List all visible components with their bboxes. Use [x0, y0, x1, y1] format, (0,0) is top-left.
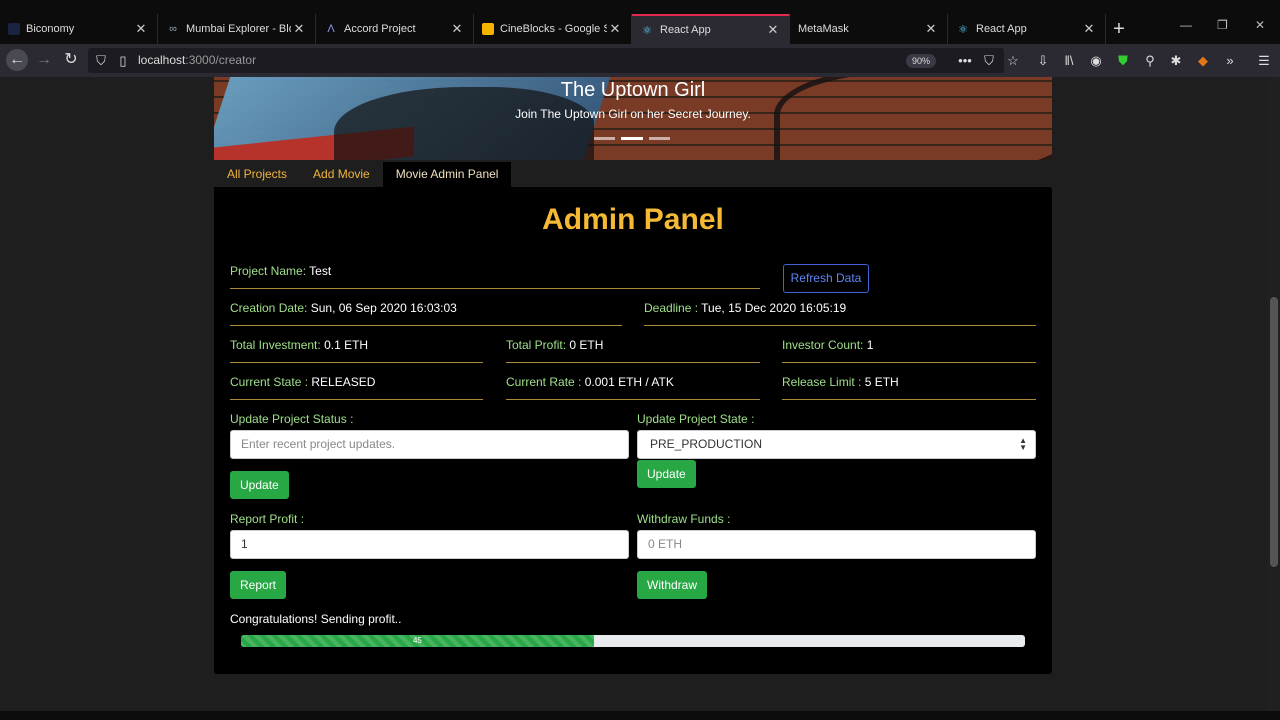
close-icon[interactable]: ✕: [291, 21, 307, 37]
close-icon[interactable]: ✕: [607, 21, 623, 37]
tab-title: Accord Project: [344, 23, 416, 35]
accord-icon: Λ: [327, 23, 335, 35]
restore-icon[interactable]: ❐: [1217, 18, 1228, 32]
menu-icon[interactable]: ☰: [1255, 53, 1273, 69]
tab-cineblocks[interactable]: CineBlocks - Google Slid ✕: [474, 14, 632, 44]
scrollbar-thumb[interactable]: [1270, 297, 1278, 567]
deadline-field: Deadline : Tue, 15 Dec 2020 16:05:19: [644, 301, 1036, 326]
bookmark-star-icon[interactable]: ☆: [1004, 53, 1022, 69]
polygon-icon: ∞: [169, 23, 177, 35]
admin-panel: Admin Panel Project Name: Test Refresh D…: [214, 187, 1052, 674]
status-message: Congratulations! Sending profit..: [230, 612, 402, 626]
withdraw-funds-input[interactable]: 0 ETH: [637, 530, 1036, 559]
chevron-updown-icon: ▲ ▼: [1019, 436, 1027, 452]
close-icon[interactable]: ✕: [923, 21, 939, 37]
window-close-icon[interactable]: ✕: [1255, 18, 1265, 32]
refresh-data-button[interactable]: Refresh Data: [783, 264, 869, 293]
banner-title: The Uptown Girl: [560, 79, 706, 101]
page-icon: ▯: [119, 53, 127, 68]
download-icon[interactable]: ⇩: [1034, 53, 1052, 69]
tab-title: Biconomy: [26, 23, 75, 35]
tab-title: React App: [976, 23, 1027, 35]
search-icon[interactable]: ⚲: [1141, 53, 1159, 69]
update-status-label: Update Project Status :: [230, 412, 354, 426]
report-profit-label: Report Profit :: [230, 512, 305, 526]
nav-add-movie[interactable]: Add Movie: [300, 162, 383, 187]
tab-react-app-active[interactable]: ⚛ React App ✕: [632, 14, 790, 44]
creation-date-field: Creation Date: Sun, 06 Sep 2020 16:03:03: [230, 301, 622, 326]
nav-all-projects[interactable]: All Projects: [214, 162, 300, 187]
library-icon[interactable]: ‖\: [1060, 53, 1078, 68]
url-bar[interactable]: ⛉ ▯ localhost:3000/creator 90% ••• ⛉ ☆: [88, 48, 1019, 73]
carousel-indicators[interactable]: [594, 137, 670, 140]
adblock-icon[interactable]: ⛊: [1114, 53, 1132, 69]
tab-metamask[interactable]: MetaMask ✕: [790, 14, 948, 44]
back-icon[interactable]: ←: [6, 49, 28, 71]
update-status-button[interactable]: Update: [230, 471, 289, 499]
pocket-icon[interactable]: ⛉: [980, 53, 998, 69]
tab-title: Mumbai Explorer - Bloc: [186, 23, 291, 35]
project-nav: All Projects Add Movie Movie Admin Panel: [214, 162, 512, 187]
total-profit-field: Total Profit: 0 ETH: [506, 338, 760, 363]
metamask-icon[interactable]: ◆: [1194, 53, 1212, 69]
more-icon[interactable]: •••: [956, 53, 974, 68]
movie-banner: The Uptown Girl Join The Uptown Girl on …: [214, 77, 1052, 160]
banner-subtitle: Join The Uptown Girl on her Secret Journ…: [515, 107, 751, 121]
current-rate-field: Current Rate : 0.001 ETH / ATK: [506, 375, 760, 400]
browser-tab-strip: Biconomy ✕ ∞ Mumbai Explorer - Bloc ✕ Λ …: [0, 0, 1280, 44]
nav-movie-admin-panel[interactable]: Movie Admin Panel: [382, 162, 512, 187]
progress-fill: 45: [241, 635, 594, 647]
current-state-field: Current State : RELEASED: [230, 375, 483, 400]
new-tab-button[interactable]: +: [1108, 18, 1130, 40]
url-text: localhost:3000/creator: [138, 53, 257, 67]
investor-count-field: Investor Count: 1: [782, 338, 1036, 363]
tab-title: MetaMask: [798, 23, 849, 35]
close-icon[interactable]: ✕: [133, 21, 149, 37]
project-status-input[interactable]: Enter recent project updates.: [230, 430, 629, 459]
withdraw-funds-label: Withdraw Funds :: [637, 512, 731, 526]
tab-mumbai-explorer[interactable]: ∞ Mumbai Explorer - Bloc ✕: [158, 14, 316, 44]
close-icon[interactable]: ✕: [765, 22, 781, 38]
react-icon: ⚛: [958, 23, 968, 36]
tab-title: React App: [660, 24, 711, 36]
update-state-button[interactable]: Update: [637, 460, 696, 488]
tab-react-app[interactable]: ⚛ React App ✕: [948, 14, 1106, 44]
overflow-icon[interactable]: »: [1221, 53, 1239, 68]
close-icon[interactable]: ✕: [1081, 21, 1097, 37]
withdraw-button[interactable]: Withdraw: [637, 571, 708, 599]
account-icon[interactable]: ◉: [1087, 53, 1105, 69]
progress-bar: 45: [241, 635, 1025, 647]
page-title: Admin Panel: [542, 203, 724, 236]
minimize-icon[interactable]: —: [1180, 18, 1192, 32]
report-profit-input[interactable]: 1: [230, 530, 629, 559]
react-icon: ⚛: [642, 24, 652, 37]
close-icon[interactable]: ✕: [449, 21, 465, 37]
page-content: The Uptown Girl Join The Uptown Girl on …: [0, 77, 1267, 711]
total-investment-field: Total Investment: 0.1 ETH: [230, 338, 483, 363]
biconomy-icon: [8, 23, 20, 35]
release-limit-field: Release Limit : 5 ETH: [782, 375, 1036, 400]
forward-icon[interactable]: →: [34, 50, 54, 70]
report-button[interactable]: Report: [230, 571, 287, 599]
project-name-field: Project Name: Test: [230, 264, 760, 289]
tab-biconomy[interactable]: Biconomy ✕: [0, 14, 158, 44]
page-scrollbar[interactable]: [1267, 77, 1280, 711]
tab-accord-project[interactable]: Λ Accord Project ✕: [316, 14, 474, 44]
gear-icon[interactable]: ✱: [1167, 53, 1185, 69]
zoom-level[interactable]: 90%: [906, 54, 937, 68]
google-slides-icon: [482, 23, 494, 35]
reload-icon[interactable]: ↻: [61, 50, 81, 70]
project-state-select[interactable]: PRE_PRODUCTION ▲ ▼: [637, 430, 1036, 459]
update-state-label: Update Project State :: [637, 412, 755, 426]
browser-nav-bar: ← → ↻ ⛉ ▯ localhost:3000/creator 90% •••…: [0, 44, 1280, 77]
shield-icon[interactable]: ⛉: [92, 53, 110, 69]
tab-title: CineBlocks - Google Slid: [500, 23, 607, 35]
